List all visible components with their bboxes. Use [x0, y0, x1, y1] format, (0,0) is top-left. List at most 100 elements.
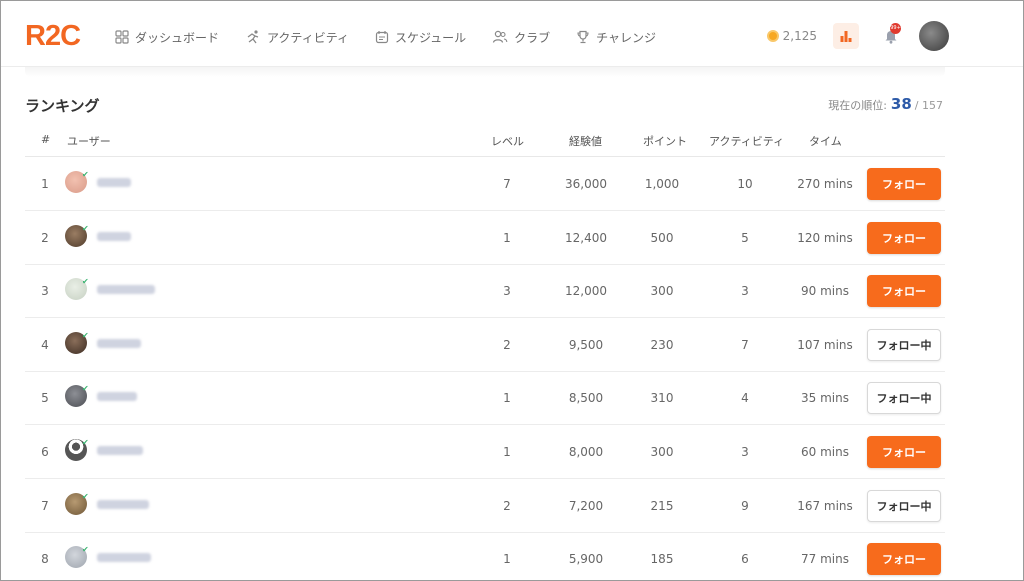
coin-balance[interactable]: 2,125 — [766, 29, 817, 43]
table-row: 6 ✔ 1 8,000 300 3 60 mins フォロー — [25, 425, 945, 479]
verified-icon: ✔ — [82, 330, 89, 340]
trophy-icon — [577, 30, 589, 44]
nav-schedule-label: スケジュール — [394, 30, 467, 45]
nav-challenge[interactable]: チャレンジ — [576, 27, 656, 47]
row-rank: 2 — [41, 230, 49, 245]
verified-icon: ✔ — [82, 545, 89, 555]
user-avatar[interactable] — [919, 21, 949, 51]
header-actions: 2,125 99+ — [766, 21, 949, 51]
page-title: ランキング — [25, 97, 100, 115]
row-time: 35 mins — [801, 391, 849, 406]
app-window: R2C ダッシュボード アクティビティ スケジュール クラブ チャレンジ 2,1… — [0, 0, 1024, 581]
following-button[interactable]: フォロー中 — [867, 489, 941, 522]
nav-dashboard[interactable]: ダッシュボード — [115, 27, 219, 47]
following-button[interactable]: フォロー中 — [867, 382, 941, 415]
grid-icon — [115, 30, 129, 44]
row-level: 1 — [503, 391, 511, 406]
follow-button[interactable]: フォロー — [867, 436, 941, 468]
row-activities: 3 — [741, 445, 749, 459]
row-rank: 6 — [41, 445, 49, 459]
row-points: 215 — [650, 498, 674, 513]
col-rank: # — [41, 133, 51, 146]
follow-button[interactable]: フォロー — [867, 275, 941, 308]
row-time: 60 mins — [801, 445, 849, 459]
row-exp: 36,000 — [565, 177, 607, 191]
row-points: 310 — [650, 391, 674, 406]
top-header: R2C ダッシュボード アクティビティ スケジュール クラブ チャレンジ 2,1… — [1, 1, 1023, 67]
follow-button[interactable]: フォロー — [867, 168, 941, 200]
user-name-blurred[interactable] — [97, 446, 143, 455]
row-time: 90 mins — [801, 284, 849, 299]
table-row: 8 ✔ 1 5,900 185 6 77 mins フォロー — [25, 532, 945, 580]
app-logo[interactable]: R2C — [25, 21, 81, 51]
verified-icon: ✔ — [82, 223, 89, 233]
main-nav: ダッシュボード アクティビティ スケジュール クラブ チャレンジ — [115, 27, 682, 47]
row-points: 500 — [650, 230, 674, 245]
verified-icon: ✔ — [82, 277, 89, 287]
nav-club[interactable]: クラブ — [492, 27, 550, 47]
user-name-blurred[interactable] — [97, 178, 131, 187]
row-level: 1 — [503, 230, 511, 245]
col-level: レベル — [491, 135, 524, 148]
people-icon — [493, 30, 508, 43]
follow-button[interactable]: フォロー — [867, 543, 941, 576]
row-exp: 5,900 — [568, 552, 604, 567]
col-points: ポイント — [643, 135, 687, 148]
row-level: 2 — [503, 498, 511, 513]
calendar-icon — [375, 31, 389, 44]
user-name-blurred[interactable] — [97, 231, 131, 241]
row-rank: 7 — [41, 498, 49, 513]
row-time: 270 mins — [797, 177, 853, 191]
row-level: 1 — [503, 445, 511, 459]
row-activities: 4 — [741, 391, 749, 406]
nav-activity[interactable]: アクティビティ — [245, 27, 349, 47]
row-activities: 6 — [741, 552, 749, 567]
table-row: 5 ✔ 1 8,500 310 4 35 mins フォロー中 — [25, 371, 945, 426]
current-rank: 現在の順位: 38 / 157 — [828, 95, 943, 113]
row-exp: 8,500 — [568, 391, 604, 406]
user-name-blurred[interactable] — [97, 338, 141, 348]
table-header: # ユーザー レベル 経験値 ポイント アクティビティ タイム — [25, 127, 945, 157]
user-name-blurred[interactable] — [97, 553, 151, 563]
row-activities: 10 — [737, 177, 753, 191]
ranking-button[interactable] — [833, 23, 859, 49]
verified-icon: ✔ — [82, 491, 89, 501]
current-rank-value: 38 — [890, 95, 912, 113]
table-row: 4 ✔ 2 9,500 230 7 107 mins フォロー中 — [25, 318, 945, 372]
user-name-blurred[interactable] — [97, 499, 149, 509]
row-level: 7 — [503, 177, 511, 191]
col-exp: 経験値 — [569, 135, 602, 148]
row-exp: 12,000 — [565, 284, 607, 299]
user-name-blurred[interactable] — [97, 392, 137, 402]
row-time: 107 mins — [797, 337, 853, 352]
verified-icon: ✔ — [82, 170, 89, 179]
coin-icon — [766, 30, 779, 42]
row-rank: 3 — [41, 284, 49, 299]
following-button[interactable]: フォロー中 — [867, 328, 941, 361]
row-points: 185 — [650, 552, 674, 567]
row-points: 300 — [650, 445, 674, 459]
nav-club-label: クラブ — [514, 30, 551, 45]
nav-schedule[interactable]: スケジュール — [375, 27, 466, 47]
user-name-blurred[interactable] — [97, 285, 155, 295]
current-rank-label: 現在の順位: — [828, 99, 887, 112]
col-user: ユーザー — [67, 135, 111, 148]
verified-icon: ✔ — [82, 384, 89, 394]
row-rank: 8 — [41, 552, 49, 567]
row-level: 3 — [503, 284, 511, 299]
current-rank-total: / 157 — [914, 99, 943, 112]
coin-count: 2,125 — [782, 29, 817, 43]
podium-icon — [840, 31, 852, 42]
panel-top-edge — [25, 67, 945, 77]
follow-button[interactable]: フォロー — [867, 221, 941, 254]
table-row: 1 ✔ 7 36,000 1,000 10 270 mins フォロー — [25, 157, 945, 211]
notification-button[interactable]: 99+ — [881, 23, 901, 48]
row-rank: 5 — [41, 391, 49, 406]
row-activities: 3 — [741, 284, 749, 299]
table-row: 3 ✔ 3 12,000 300 3 90 mins フォロー — [25, 264, 945, 319]
row-activities: 7 — [741, 337, 749, 352]
runner-icon — [247, 30, 259, 44]
row-level: 2 — [503, 337, 511, 352]
row-level: 1 — [503, 552, 511, 567]
row-exp: 8,000 — [568, 445, 604, 459]
